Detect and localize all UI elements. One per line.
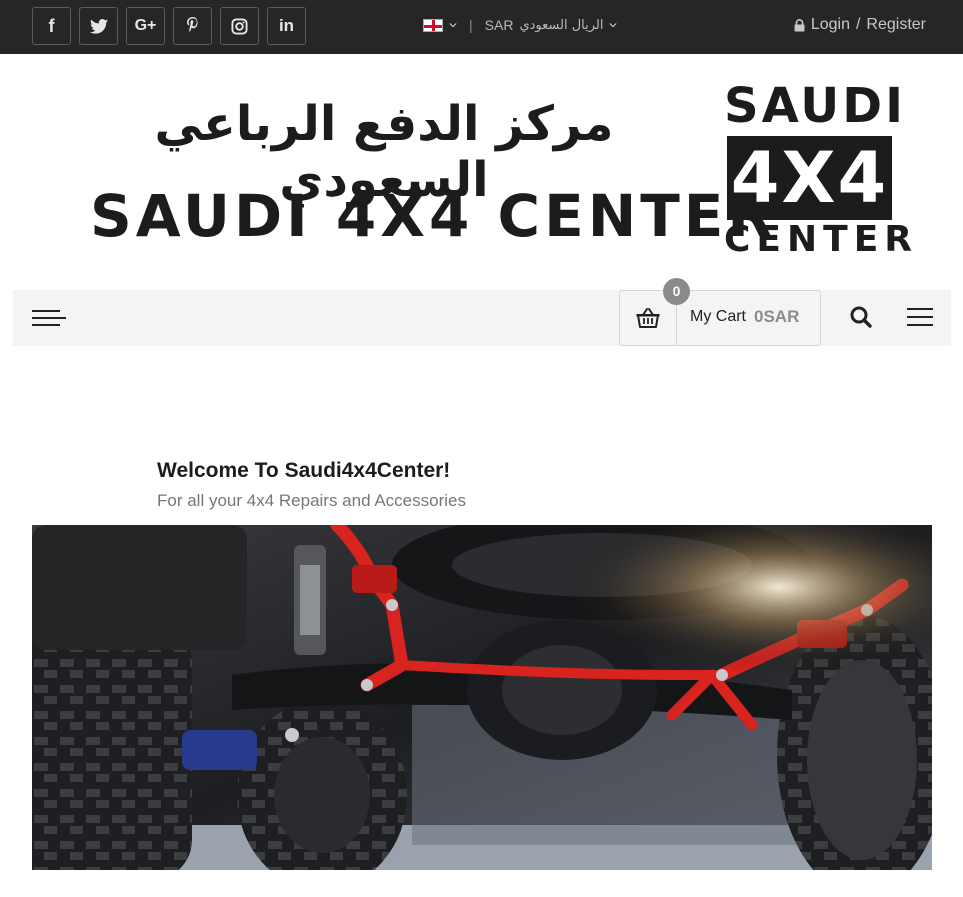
account-links: Login / Register: [794, 16, 926, 34]
vehicle-undercarriage-illustration: [32, 525, 932, 870]
currency-name[interactable]: الريال السعودي: [519, 18, 603, 33]
social-links: f G+ in: [32, 7, 306, 45]
chevron-down-icon[interactable]: [449, 21, 457, 29]
instagram-icon[interactable]: [220, 7, 259, 45]
chevron-down-icon[interactable]: [609, 21, 618, 29]
english-site-name[interactable]: SAUDI 4X4 CENTER: [90, 182, 776, 250]
main-navbar: 0 My Cart 0SAR: [13, 278, 951, 346]
register-link[interactable]: Register: [866, 16, 926, 34]
pinterest-icon[interactable]: [173, 7, 212, 45]
mini-cart[interactable]: 0 My Cart 0SAR: [619, 278, 821, 346]
logo-bottom-text: CENTER: [724, 219, 919, 260]
instagram-camera-shape: [231, 17, 248, 35]
category-menu-icon[interactable]: [32, 310, 66, 328]
logo-top-text: SAUDI: [724, 78, 906, 134]
facebook-icon[interactable]: f: [32, 7, 71, 45]
site-logo[interactable]: SAUDI 4X4 CENTER: [724, 78, 919, 260]
logo-badge: 4X4: [727, 136, 892, 220]
basket-icon: [636, 308, 660, 328]
divider: |: [469, 17, 473, 33]
cart-count-badge: 0: [663, 278, 690, 305]
hamburger-menu-icon[interactable]: [907, 308, 933, 328]
search-icon[interactable]: [849, 305, 873, 329]
linkedin-icon[interactable]: in: [267, 7, 306, 45]
login-link[interactable]: Login: [811, 16, 850, 34]
hero-banner-image: [32, 525, 932, 870]
facebook-glyph: f: [48, 15, 55, 36]
cart-total: 0SAR: [754, 307, 800, 326]
google-plus-glyph: G+: [134, 17, 157, 34]
welcome-subheading: For all your 4x4 Repairs and Accessories: [157, 491, 466, 510]
login-register-separator: /: [855, 16, 861, 33]
language-currency-switcher: | SAR الريال السعودي: [423, 17, 618, 33]
linkedin-glyph: in: [278, 16, 295, 35]
top-bar: f G+ in | SAR الريال السعودي Login / Reg…: [0, 0, 963, 54]
google-plus-icon[interactable]: G+: [126, 7, 165, 45]
twitter-icon[interactable]: [79, 7, 118, 45]
site-header: مركز الدفع الرباعي السعودي SAUDI 4X4 CEN…: [0, 54, 963, 290]
uk-flag-icon[interactable]: [423, 18, 443, 32]
pinterest-p-shape: [186, 17, 197, 32]
currency-code[interactable]: SAR: [485, 17, 514, 33]
welcome-heading: Welcome To Saudi4x4Center!: [157, 459, 451, 482]
lock-icon: [794, 18, 805, 31]
twitter-bird-shape: [89, 18, 108, 34]
cart-label: My Cart: [690, 308, 746, 325]
